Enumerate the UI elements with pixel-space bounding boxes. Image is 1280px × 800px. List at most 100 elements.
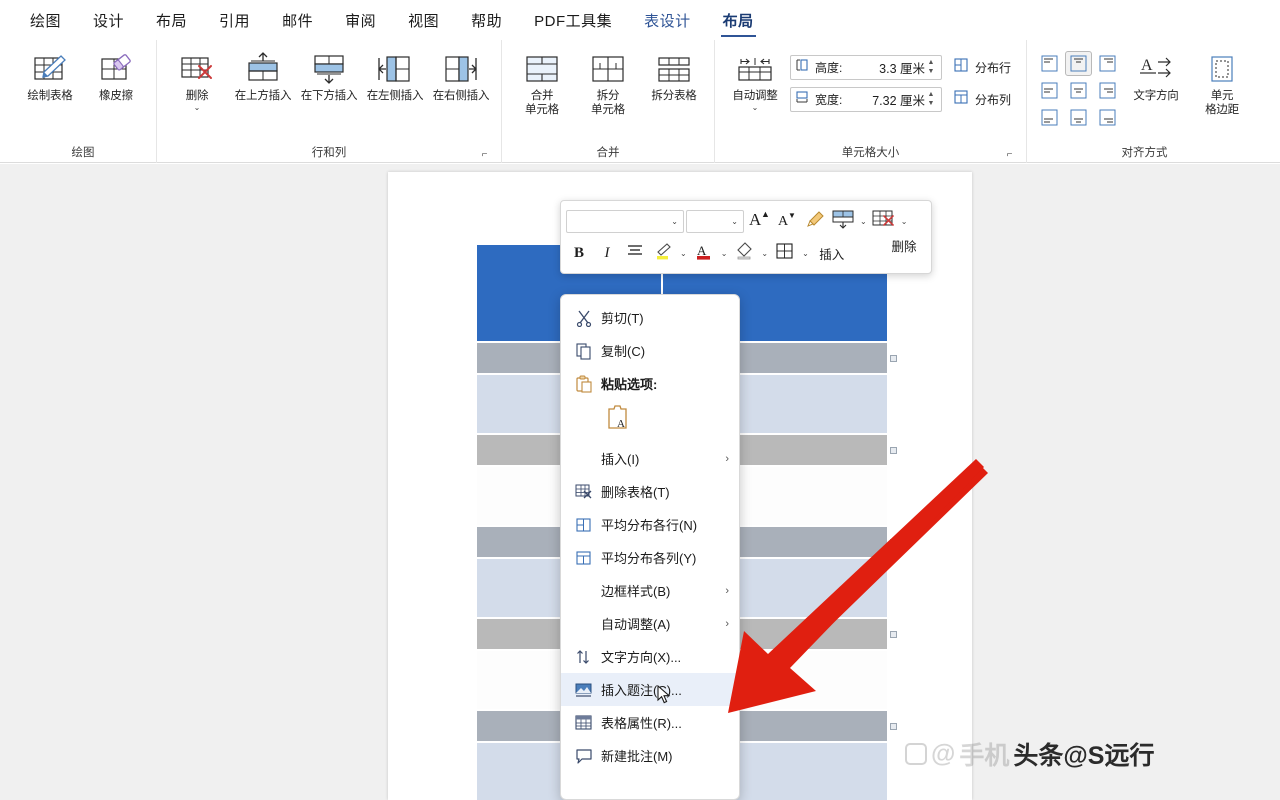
column-width-field[interactable]: 宽度: 7.32 厘米 ▲ ▼: [790, 87, 942, 112]
ribbon-tab-table-design[interactable]: 表设计: [642, 7, 693, 34]
align-bottom-left-button[interactable]: [1036, 105, 1063, 130]
distribute-columns-button[interactable]: 分布列: [947, 87, 1017, 112]
ribbon-tab-design[interactable]: 设计: [91, 7, 126, 34]
bold-button[interactable]: B: [566, 239, 592, 267]
ribbon-tab-review[interactable]: 审阅: [343, 7, 378, 34]
context-menu-item-insert-caption[interactable]: 插入题注(C)...: [561, 673, 739, 706]
chevron-right-icon: ›: [725, 617, 729, 630]
text-direction-button[interactable]: A 文字方向: [1125, 46, 1187, 118]
distribute-rows-button[interactable]: 分布行: [947, 55, 1017, 80]
chevron-down-icon[interactable]: ⌄: [752, 104, 759, 112]
split-table-button[interactable]: 拆分表格: [643, 46, 705, 118]
context-menu-item-text-direction[interactable]: 文字方向(X)...: [561, 640, 739, 673]
chevron-down-icon[interactable]: ⌄: [678, 249, 689, 258]
split-cells-button[interactable]: 拆分 单元格: [577, 46, 639, 118]
ribbon-tab-view[interactable]: 视图: [406, 7, 441, 34]
mini-toolbar: ⌄ ⌄ A ▲ A ▼ ⌄ ⌄ B I ⌄ A ⌄ ⌄ ⌄ 插入 删除: [560, 200, 932, 274]
cell-size-dialog-launcher[interactable]: ⌐: [1004, 149, 1015, 160]
row-height-icon: [795, 58, 809, 77]
insert-right-label: 在右侧插入: [432, 90, 490, 102]
chevron-down-icon[interactable]: ⌄: [759, 249, 770, 258]
format-painter-button[interactable]: [802, 207, 828, 235]
ribbon-tab-help[interactable]: 帮助: [469, 7, 504, 34]
row-height-field[interactable]: 高度: 3.3 厘米 ▲ ▼: [790, 55, 942, 80]
mini-insert-button[interactable]: 插入: [813, 239, 851, 267]
align-top-center-button[interactable]: [1065, 51, 1093, 76]
context-menu-item-autofit[interactable]: 自动调整(A) ›: [561, 607, 739, 640]
insert-row-button[interactable]: [830, 207, 856, 235]
row-resize-handle[interactable]: [890, 447, 897, 454]
eraser-icon: [98, 51, 134, 87]
insert-above-button[interactable]: 在上方插入: [232, 46, 294, 118]
column-width-stepper[interactable]: ▲ ▼: [925, 91, 937, 109]
row-resize-handle[interactable]: [890, 539, 897, 546]
highlight-button[interactable]: [650, 239, 676, 267]
row-height-stepper[interactable]: ▲ ▼: [925, 59, 937, 77]
insert-right-button[interactable]: 在右侧插入: [430, 46, 492, 118]
row-resize-handle[interactable]: [890, 355, 897, 362]
keep-text-only-icon[interactable]: A: [605, 404, 631, 439]
rows-columns-dialog-launcher[interactable]: ⌐: [479, 149, 490, 160]
grow-font-button[interactable]: A ▲: [746, 207, 772, 235]
context-menu-item-cut[interactable]: 剪切(T): [561, 301, 739, 334]
autofit-button[interactable]: 自动调整 ⌄: [724, 46, 786, 118]
ribbon-tab-references[interactable]: 引用: [217, 7, 252, 34]
context-menu-item-new-comment[interactable]: 新建批注(M): [561, 739, 739, 772]
align-bottom-right-button[interactable]: [1094, 105, 1121, 130]
row-resize-handle[interactable]: [890, 723, 897, 730]
context-menu-item-table-properties[interactable]: 表格属性(R)...: [561, 706, 739, 739]
draw-table-button[interactable]: 绘制表格: [19, 46, 81, 118]
svg-text:A: A: [617, 418, 625, 430]
insert-left-icon: [375, 51, 415, 87]
align-middle-right-button[interactable]: [1094, 78, 1121, 103]
shading-icon: [734, 241, 754, 265]
chevron-down-icon[interactable]: ⌄: [719, 249, 730, 258]
context-menu-item-border-styles[interactable]: 边框样式(B) ›: [561, 574, 739, 607]
chevron-down-icon[interactable]: ⌄: [729, 217, 740, 226]
align-middle-center-button[interactable]: [1065, 78, 1092, 103]
font-color-button[interactable]: A: [691, 239, 717, 267]
context-menu-item-distribute-rows-label: 平均分布各行(N): [601, 518, 698, 533]
context-menu-item-copy[interactable]: 复制(C): [561, 334, 739, 367]
split-cells-icon: [589, 51, 627, 87]
shading-button[interactable]: [731, 239, 757, 267]
chevron-down-icon[interactable]: ⌄: [858, 217, 869, 226]
align-bottom-center-button[interactable]: [1065, 105, 1092, 130]
align-top-left-button[interactable]: [1036, 51, 1063, 76]
borders-button[interactable]: [772, 239, 798, 267]
delete-button[interactable]: 删除 ⌄: [166, 46, 228, 118]
row-resize-handle[interactable]: [890, 631, 897, 638]
ribbon-group-rows-columns: 删除 ⌄ 在上方插入 在下方插入 在左侧插入 在右侧插入 行和列 ⌐: [157, 40, 502, 163]
merge-cells-button[interactable]: 合并 单元格: [511, 46, 573, 118]
align-middle-left-button[interactable]: [1036, 78, 1063, 103]
bold-icon: B: [573, 244, 584, 261]
distribute-cols-icon: [575, 549, 601, 567]
context-menu-item-distribute-columns[interactable]: 平均分布各列(Y): [561, 541, 739, 574]
align-top-right-button[interactable]: [1094, 51, 1121, 76]
chevron-down-icon[interactable]: ⌄: [669, 217, 680, 226]
context-menu-item-insert[interactable]: 插入(I) ›: [561, 442, 739, 475]
chevron-down-icon[interactable]: ⌄: [194, 104, 201, 112]
italic-button[interactable]: I: [594, 239, 620, 267]
align-button[interactable]: [622, 239, 648, 267]
font-name-field[interactable]: ⌄: [566, 209, 684, 233]
insert-left-button[interactable]: 在左侧插入: [364, 46, 426, 118]
ribbon-tab-layout[interactable]: 布局: [154, 7, 189, 34]
chevron-down-icon[interactable]: ⌄: [800, 249, 811, 258]
mini-delete-button[interactable]: 删除: [885, 231, 923, 259]
text-direction-small-icon: [575, 648, 601, 666]
shrink-font-button[interactable]: A ▼: [774, 207, 800, 235]
ribbon-tab-mailings[interactable]: 邮件: [280, 7, 315, 34]
ribbon-group-alignment: A 文字方向 单元 格边距 对齐方式: [1027, 40, 1262, 163]
context-menu-item-delete-table[interactable]: 删除表格(T): [561, 475, 739, 508]
font-size-field[interactable]: ⌄: [686, 209, 744, 233]
new-comment-icon: [575, 747, 601, 765]
ribbon-tab-pdf-tools[interactable]: PDF工具集: [532, 7, 614, 34]
ribbon-tab-draw[interactable]: 绘图: [28, 7, 63, 34]
cell-margins-button[interactable]: 单元 格边距: [1191, 46, 1253, 118]
ribbon-tab-table-layout[interactable]: 布局: [720, 7, 756, 37]
insert-below-button[interactable]: 在下方插入: [298, 46, 360, 118]
context-menu-item-distribute-rows[interactable]: 平均分布各行(N): [561, 508, 739, 541]
eraser-button[interactable]: 橡皮擦: [85, 46, 147, 118]
chevron-down-icon[interactable]: ⌄: [899, 217, 910, 226]
